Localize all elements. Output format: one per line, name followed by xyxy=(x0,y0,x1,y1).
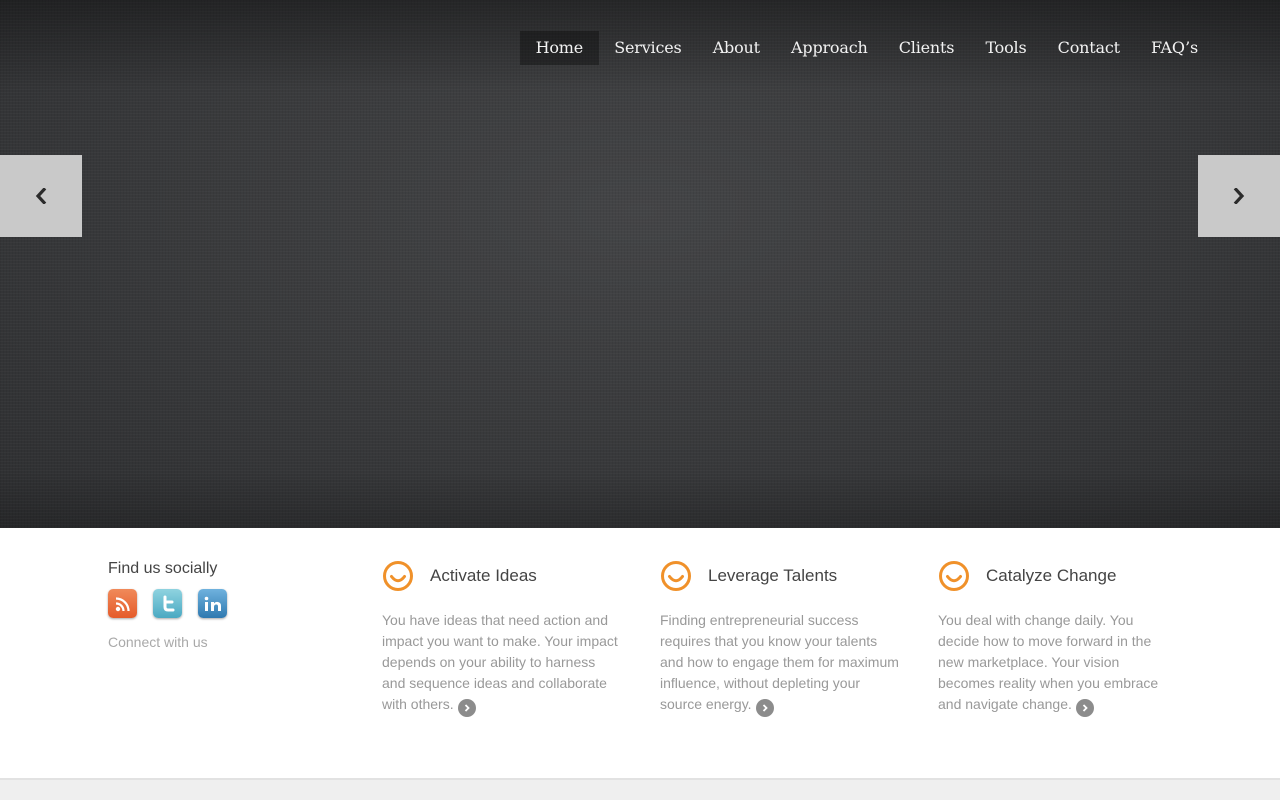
read-more-button[interactable] xyxy=(457,699,476,717)
social-block: Find us socially Connect with us xyxy=(108,560,227,650)
feature-text-body: You deal with change daily. You decide h… xyxy=(938,612,1159,712)
social-subtitle: Connect with us xyxy=(108,634,208,650)
chevron-right-icon xyxy=(464,704,470,712)
footer xyxy=(0,780,1280,800)
feature-text: You deal with change daily. You decide h… xyxy=(938,610,1178,717)
feature-text-body: Finding entrepreneurial success requires… xyxy=(660,612,899,712)
feature-header: Catalyze Change xyxy=(938,560,1178,592)
smile-icon xyxy=(939,561,969,591)
feature-text: You have ideas that need action and impa… xyxy=(382,610,622,717)
smile-icon xyxy=(383,561,413,591)
read-more-button[interactable] xyxy=(755,699,774,717)
hero-slider: Home Services About Approach Clients Too… xyxy=(0,0,1280,528)
nav-about[interactable]: About xyxy=(697,31,775,65)
feature-header: Leverage Talents xyxy=(660,560,900,592)
read-more-button[interactable] xyxy=(1075,699,1094,717)
social-icons xyxy=(108,589,227,618)
linkedin-icon[interactable] xyxy=(198,589,227,618)
feature-header: Activate Ideas xyxy=(382,560,622,592)
nav-services[interactable]: Services xyxy=(599,31,697,65)
main-nav: Home Services About Approach Clients Too… xyxy=(520,31,1214,65)
slider-prev-button[interactable] xyxy=(0,155,82,237)
feature-text: Finding entrepreneurial success requires… xyxy=(660,610,900,717)
chevron-left-icon xyxy=(35,188,47,204)
feature-catalyze-change: Catalyze Change You deal with change dai… xyxy=(938,560,1178,717)
smile-icon xyxy=(661,561,691,591)
chevron-right-icon xyxy=(1082,704,1088,712)
rss-icon[interactable] xyxy=(108,589,137,618)
slider-next-button[interactable] xyxy=(1198,155,1280,237)
chevron-right-icon xyxy=(762,704,768,712)
nav-contact[interactable]: Contact xyxy=(1042,31,1135,65)
feature-activate-ideas: Activate Ideas You have ideas that need … xyxy=(382,560,622,717)
features-section: Find us socially Connect with us Activat… xyxy=(0,528,1280,778)
social-title: Find us socially xyxy=(108,560,218,577)
feature-title: Activate Ideas xyxy=(430,566,537,585)
nav-approach[interactable]: Approach xyxy=(775,31,883,65)
feature-leverage-talents: Leverage Talents Finding entrepreneurial… xyxy=(660,560,900,717)
feature-text-body: You have ideas that need action and impa… xyxy=(382,612,618,712)
twitter-icon[interactable] xyxy=(153,589,182,618)
feature-title: Leverage Talents xyxy=(708,566,838,585)
nav-home[interactable]: Home xyxy=(520,31,599,65)
nav-tools[interactable]: Tools xyxy=(970,31,1042,65)
nav-faqs[interactable]: FAQ’s xyxy=(1135,31,1213,65)
chevron-right-icon xyxy=(1233,188,1245,204)
hero-bottom-shade xyxy=(0,470,1280,528)
feature-title: Catalyze Change xyxy=(986,566,1117,585)
nav-clients[interactable]: Clients xyxy=(883,31,970,65)
